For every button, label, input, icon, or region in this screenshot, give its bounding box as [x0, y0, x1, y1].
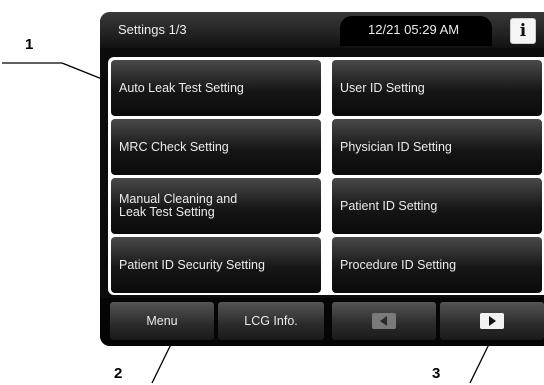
auto-leak-test-setting-button[interactable]: Auto Leak Test Setting [111, 60, 321, 116]
previous-page-button[interactable] [332, 302, 436, 340]
physician-id-setting-button[interactable]: Physician ID Setting [332, 119, 542, 175]
manual-cleaning-leak-test-setting-button[interactable]: Manual Cleaning and Leak Test Setting [111, 178, 321, 234]
user-id-setting-button[interactable]: User ID Setting [332, 60, 542, 116]
page-title: Settings 1/3 [118, 22, 187, 37]
left-arrow-icon [372, 313, 396, 329]
right-arrow-icon [480, 313, 504, 329]
callout-1: 1 [25, 36, 34, 53]
mrc-check-setting-button[interactable]: MRC Check Setting [111, 119, 321, 175]
info-button[interactable]: i [510, 18, 536, 44]
patient-id-setting-button[interactable]: Patient ID Setting [332, 178, 542, 234]
procedure-id-setting-button[interactable]: Procedure ID Setting [332, 237, 542, 293]
patient-id-security-setting-button[interactable]: Patient ID Security Setting [111, 237, 321, 293]
settings-grid: Auto Leak Test Setting User ID Setting M… [108, 57, 544, 295]
footer-bar: Menu LCG Info. [100, 298, 544, 346]
header-bar: Settings 1/3 12/21 05:29 AM i [100, 12, 544, 48]
menu-button[interactable]: Menu [110, 302, 214, 340]
next-page-button[interactable] [440, 302, 544, 340]
datetime-display: 12/21 05:29 AM [368, 22, 460, 37]
callout-2: 2 [114, 365, 123, 382]
callout-3: 3 [432, 365, 441, 382]
lcg-info-button[interactable]: LCG Info. [218, 302, 324, 340]
device-screen: Settings 1/3 12/21 05:29 AM i Auto Leak … [100, 12, 544, 346]
